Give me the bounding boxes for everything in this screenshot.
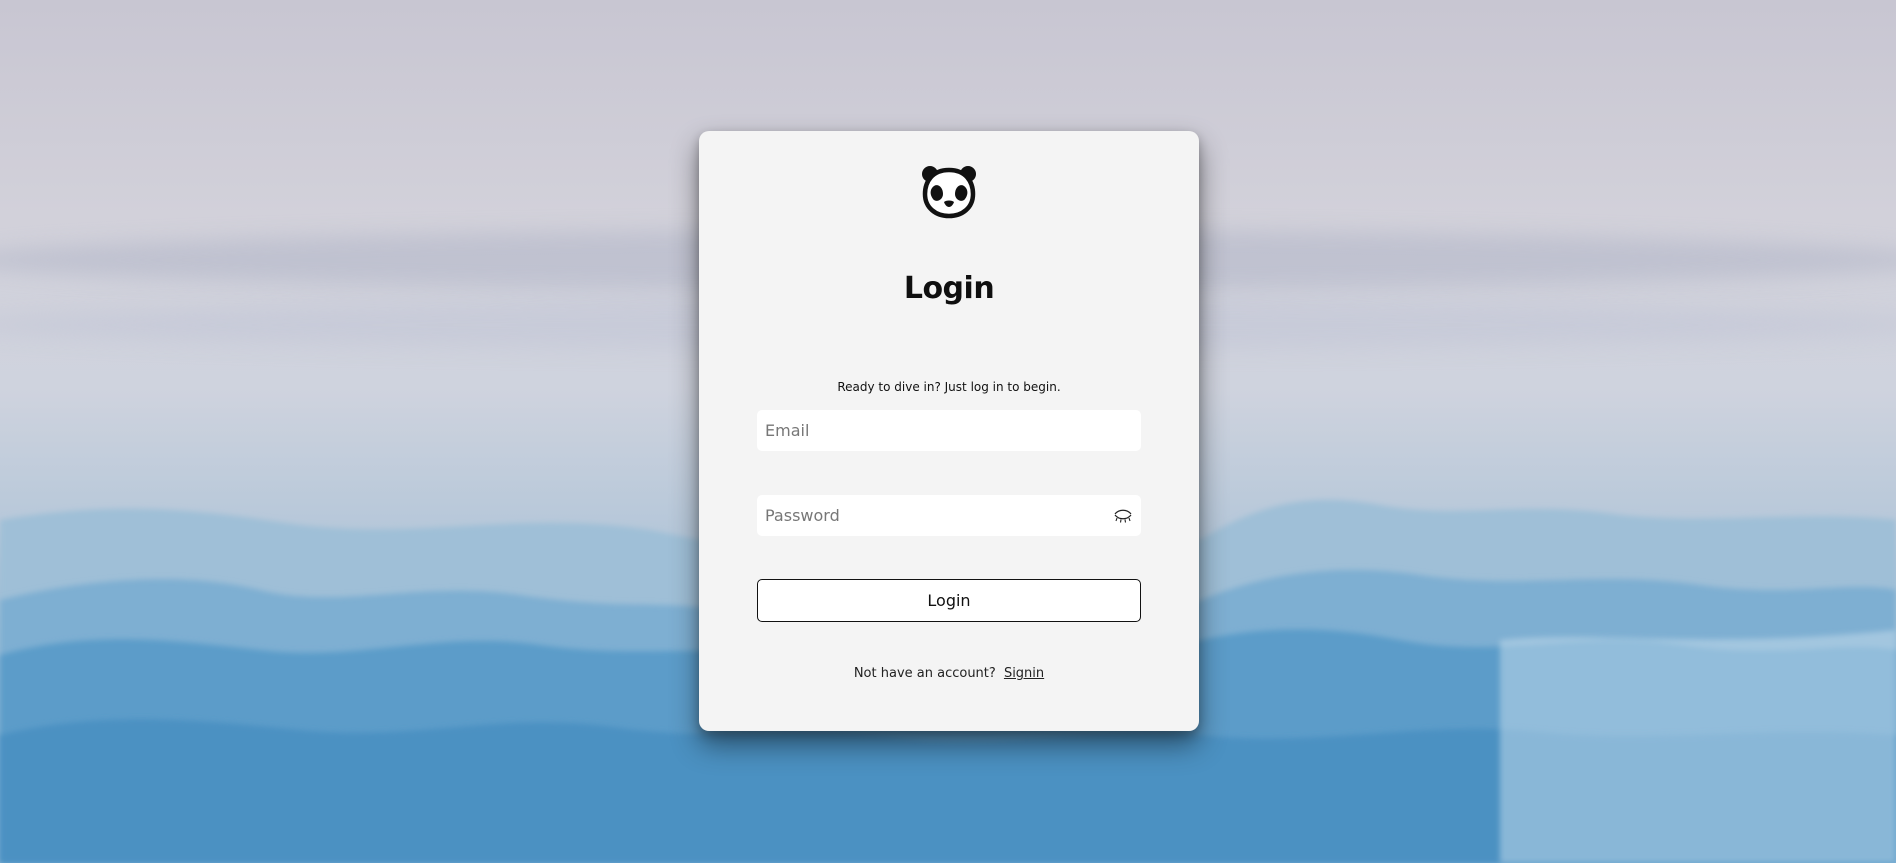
- login-button[interactable]: Login: [757, 579, 1141, 622]
- eye-closed-icon[interactable]: [1113, 507, 1133, 525]
- login-subtitle: Ready to dive in? Just log in to begin.: [837, 380, 1061, 394]
- signup-prompt: Not have an account?: [853, 666, 996, 681]
- login-card: Login Ready to dive in? Just log in to b…: [699, 131, 1199, 731]
- password-input[interactable]: [757, 495, 1141, 536]
- password-field-wrapper: [757, 495, 1141, 536]
- panda-icon: [922, 166, 976, 219]
- signup-row: Not have an account? Signin: [699, 666, 1199, 681]
- email-field-wrapper: [757, 410, 1141, 451]
- signup-link[interactable]: Signin: [1004, 666, 1044, 681]
- email-input[interactable]: [757, 410, 1141, 451]
- page-title: Login: [903, 271, 995, 306]
